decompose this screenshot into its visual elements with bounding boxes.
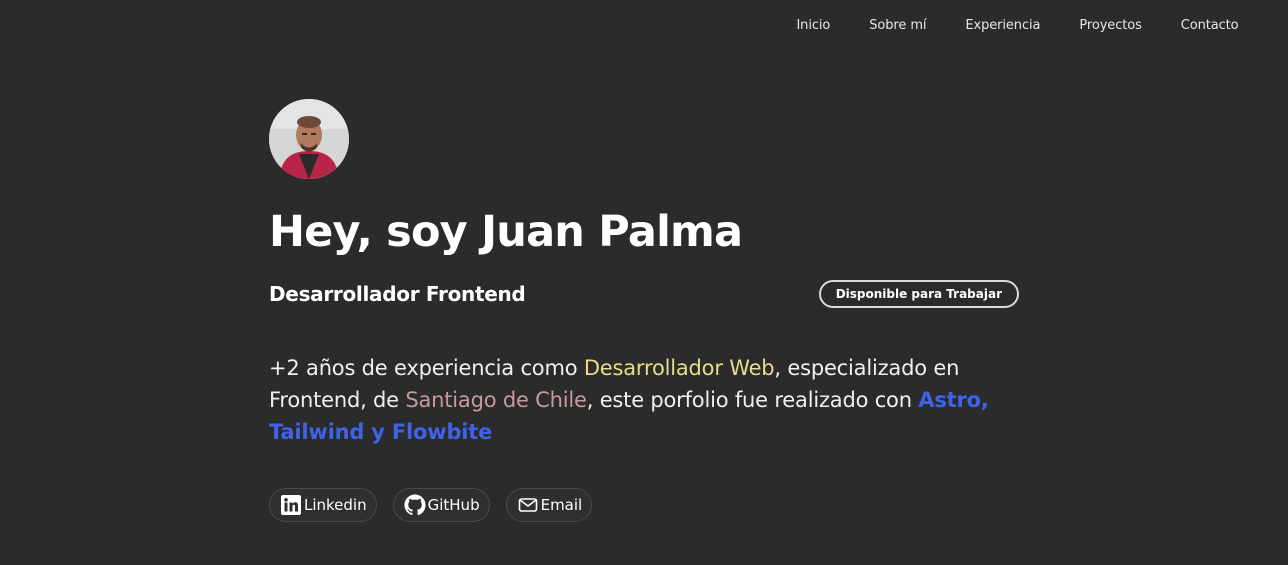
intro-text-3: , este porfolio fue realizado con — [586, 388, 919, 412]
email-button[interactable]: Email — [505, 488, 593, 522]
job-title: Desarrollador Frontend — [269, 282, 526, 306]
page-title: Hey, soy Juan Palma — [269, 207, 743, 257]
nav-link-experiencia[interactable]: Experiencia — [946, 18, 1060, 33]
avatar — [269, 99, 349, 179]
nav-link-sobre-mi[interactable]: Sobre mí — [850, 18, 946, 33]
github-button[interactable]: GitHub — [392, 488, 490, 522]
highlight-location: Santiago de Chile — [405, 388, 587, 412]
avatar-photo — [269, 99, 349, 179]
highlight-role: Desarrollador Web — [583, 356, 775, 380]
intro-paragraph: +2 años de experiencia como Desarrollado… — [269, 352, 1019, 448]
mail-icon — [517, 494, 539, 516]
linkedin-label: Linkedin — [304, 496, 367, 514]
social-links: Linkedin GitHub Email — [269, 488, 1019, 522]
nav-link-inicio[interactable]: Inicio — [777, 18, 850, 33]
hero-section: Hey, soy Juan Palma Desarrollador Fronte… — [269, 99, 1019, 522]
intro-text-1: +2 años de experiencia como — [269, 356, 584, 380]
email-label: Email — [540, 496, 583, 514]
linkedin-icon — [280, 494, 302, 516]
github-icon — [404, 494, 426, 516]
availability-badge: Disponible para Trabajar — [818, 280, 1019, 308]
linkedin-button[interactable]: Linkedin — [269, 488, 377, 522]
nav-link-contacto[interactable]: Contacto — [1161, 18, 1258, 33]
subtitle-row: Desarrollador Frontend Disponible para T… — [269, 278, 1019, 310]
github-label: GitHub — [427, 496, 480, 514]
top-nav: Inicio Sobre mí Experiencia Proyectos Co… — [777, 0, 1288, 50]
nav-link-proyectos[interactable]: Proyectos — [1060, 18, 1161, 33]
